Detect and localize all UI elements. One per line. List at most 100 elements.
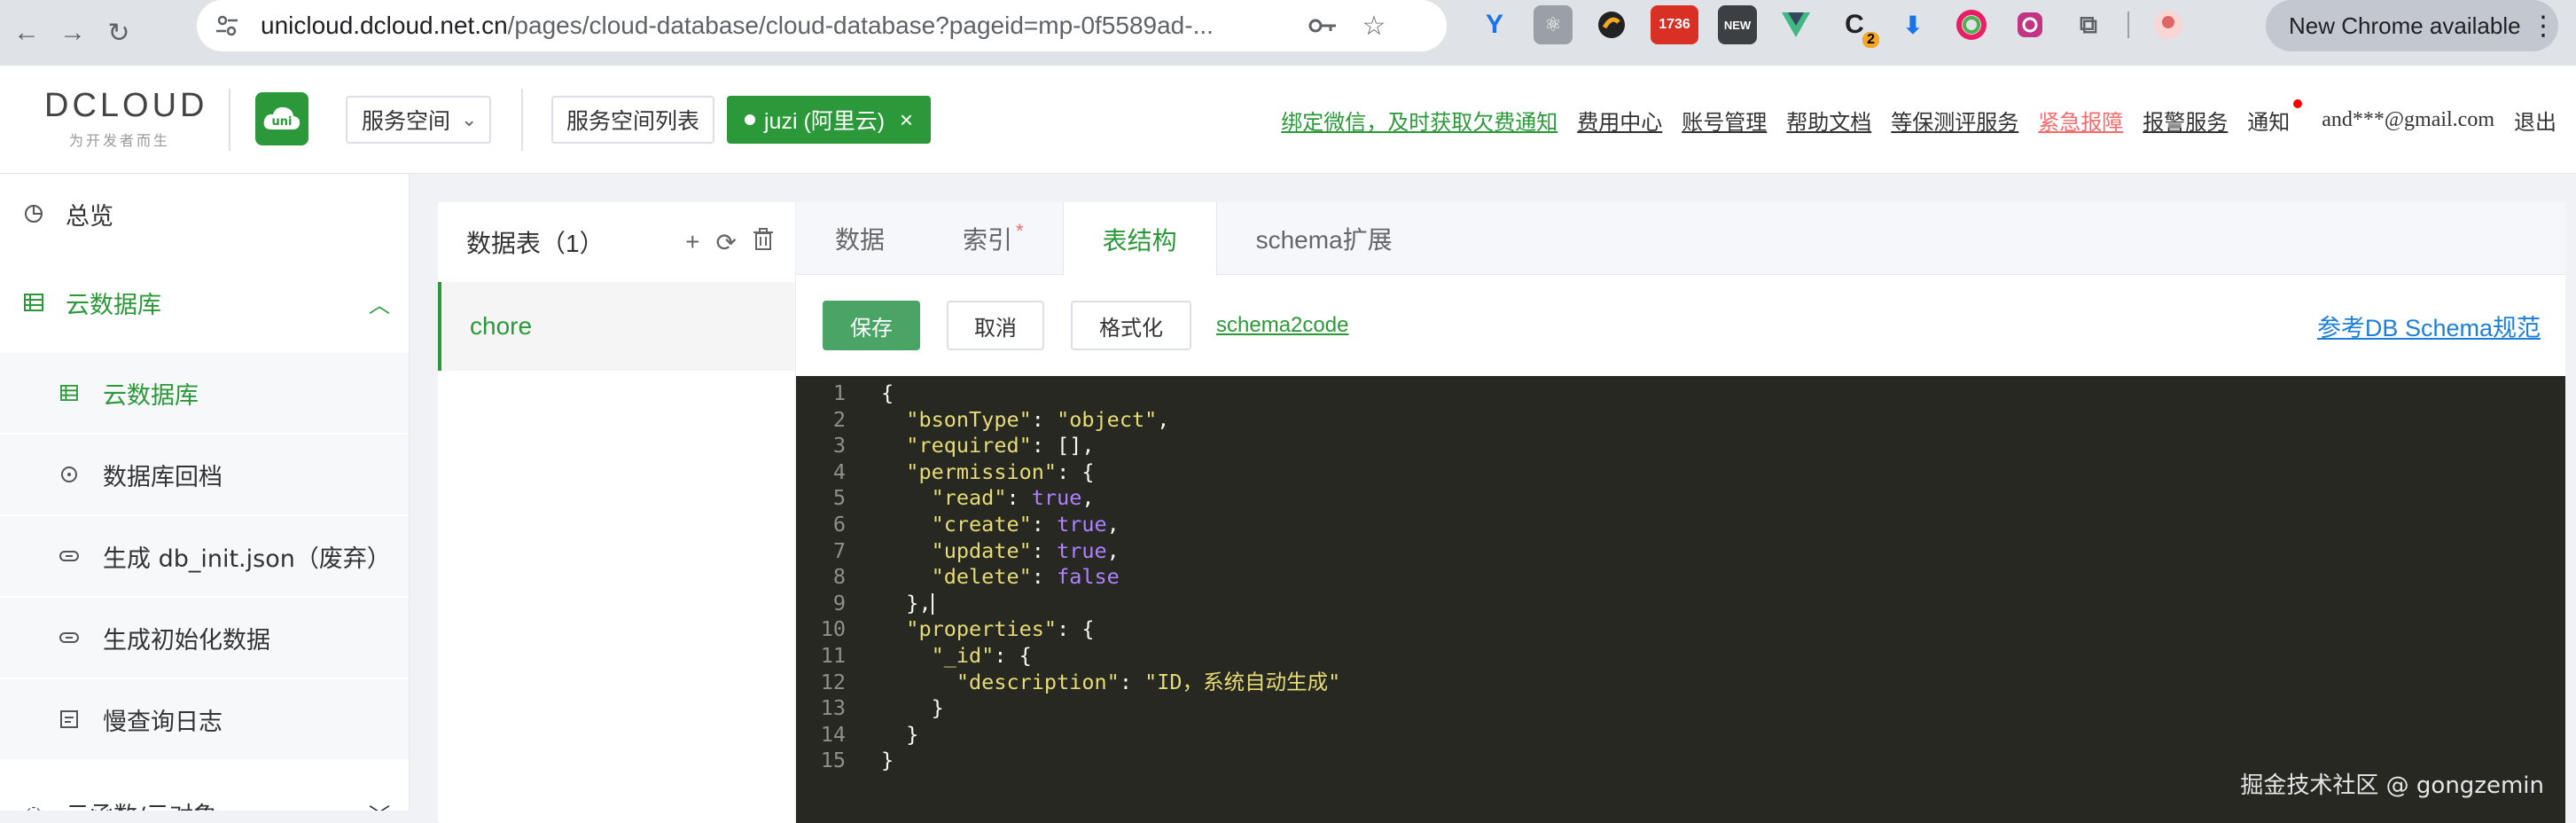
app-header: DCLOUD 为开发者而生 uni 服务空间 ⌄ 服务空间列表 juzi (阿里… <box>0 66 2576 174</box>
extension-new-icon[interactable]: NEW <box>1718 5 1757 44</box>
delete-icon[interactable] <box>753 227 774 257</box>
sidebar-item-cloud-db[interactable]: 云数据库 ︿ <box>0 263 409 342</box>
sidebar-item-cloud-func[interactable]: ◌ 云函数/云对象 ﹀ <box>0 773 409 811</box>
tab-index[interactable]: 索引 * <box>924 202 1063 275</box>
extension-arrow-icon[interactable]: ⬇ <box>1893 5 1932 44</box>
cancel-button[interactable]: 取消 <box>947 301 1044 350</box>
refresh-icon[interactable]: ⟳ <box>716 228 737 257</box>
alert-service-link[interactable]: 报警服务 <box>2143 105 2228 136</box>
bind-wechat-link[interactable]: 绑定微信，及时获取欠费通知 <box>1281 105 1557 136</box>
extension-y-icon[interactable]: Y <box>1475 5 1514 44</box>
account-link[interactable]: 账号管理 <box>1682 105 1767 136</box>
tab-schema-extension[interactable]: schema扩展 <box>1217 202 1432 275</box>
sidebar-subitem-gen-db-init[interactable]: 生成 db_init.json（废弃） <box>0 516 409 596</box>
unicloud-logo[interactable]: uni <box>255 92 308 145</box>
tab-data[interactable]: 数据 <box>796 202 924 275</box>
emergency-report-link[interactable]: 紧急报障 <box>2038 105 2123 136</box>
status-dot-icon <box>745 114 755 125</box>
chevron-down-icon: ﹀ <box>369 798 390 811</box>
code-token: "create" <box>931 512 1032 537</box>
user-email[interactable]: and***@gmail.com <box>2322 108 2494 132</box>
editor-toolbar: 保存 取消 格式化 schema2code 参考DB Schema规范 <box>796 275 2565 376</box>
address-bar[interactable]: unicloud.dcloud.net.cn/pages/cloud-datab… <box>197 0 1447 51</box>
schema2code-link[interactable]: schema2code <box>1216 313 1348 338</box>
extensions-puzzle-icon[interactable]: ⧉ <box>2069 5 2108 44</box>
db-schema-reference-link[interactable]: 参考DB Schema规范 <box>2317 309 2541 343</box>
code-token: } <box>881 695 944 721</box>
current-space-tag[interactable]: juzi (阿里云) × <box>727 96 931 144</box>
code-token: true <box>1031 485 1082 511</box>
chrome-update-button[interactable]: New Chrome available ⋮ <box>2266 0 2558 51</box>
notification-link[interactable]: 通知 <box>2247 99 2303 136</box>
extension-1736-icon[interactable]: 1736 <box>1651 5 1698 44</box>
more-menu-icon[interactable]: ⋮ <box>2530 11 2556 42</box>
billing-link[interactable]: 费用中心 <box>1577 105 1662 136</box>
save-button[interactable]: 保存 <box>823 301 920 350</box>
docs-link[interactable]: 帮助文档 <box>1786 105 1871 136</box>
code-token: } <box>881 748 894 773</box>
format-button[interactable]: 格式化 <box>1071 301 1191 350</box>
extension-camera-icon[interactable] <box>2010 5 2049 44</box>
bookmark-star-icon[interactable]: ☆ <box>1356 8 1392 43</box>
code-token: "properties" <box>906 616 1058 642</box>
back-icon[interactable]: ← <box>7 13 46 52</box>
database-list-icon <box>59 382 80 404</box>
key-icon[interactable] <box>1305 8 1340 43</box>
code-token: "delete" <box>931 564 1032 590</box>
chrome-update-label: New Chrome available <box>2289 12 2521 39</box>
code-token: "ID，系统自动生成" <box>1144 669 1341 694</box>
code-line: 14 } <box>796 721 2565 748</box>
service-space-list-button[interactable]: 服务空间列表 <box>551 96 714 144</box>
tab-schema[interactable]: 表结构 <box>1062 202 1217 276</box>
extension-c-icon[interactable]: C2 <box>1835 5 1879 48</box>
table-item-chore[interactable]: chore <box>438 282 795 371</box>
sidebar-item-overview[interactable]: 总览 <box>0 174 409 254</box>
sidebar-subitem-db-rollback[interactable]: 数据库回档 <box>0 435 409 514</box>
logout-link[interactable]: 退出 <box>2514 105 2556 136</box>
database-list-icon <box>23 292 44 313</box>
site-settings-icon[interactable] <box>209 8 245 43</box>
sidebar-subitem-cloud-db[interactable]: 云数据库 <box>0 353 409 433</box>
extension-s-icon[interactable] <box>1592 5 1631 44</box>
link-icon <box>59 627 80 648</box>
extension-vue-icon[interactable] <box>1776 5 1815 44</box>
line-number: 1 <box>832 380 846 405</box>
reload-icon[interactable]: ↻ <box>99 13 138 52</box>
sidebar-subitem-gen-init-data[interactable]: 生成初始化数据 <box>0 598 409 678</box>
add-icon[interactable]: + <box>685 228 699 257</box>
sidebar-subitem-slow-query[interactable]: 慢查询日志 <box>0 679 409 759</box>
text-cursor <box>931 593 933 615</box>
code-token: : <box>1006 485 1032 511</box>
code-token: } <box>881 721 919 747</box>
code-token: "read" <box>931 485 1007 511</box>
close-icon[interactable]: × <box>900 106 913 134</box>
line-number: 6 <box>832 512 846 537</box>
line-number: 3 <box>832 433 846 459</box>
link-icon <box>59 545 80 567</box>
forward-icon[interactable]: → <box>53 13 92 52</box>
header-links: 绑定微信，及时获取欠费通知 费用中心 账号管理 帮助文档 等保测评服务 紧急报障… <box>1261 99 2556 136</box>
log-icon <box>59 709 80 730</box>
code-token: true <box>1057 537 1107 563</box>
code-line: 11 "_id": { <box>796 643 2565 669</box>
security-eval-link[interactable]: 等保测评服务 <box>1891 105 2018 136</box>
dcloud-logo[interactable]: DCLOUD 为开发者而生 <box>44 87 213 149</box>
service-space-select[interactable]: 服务空间 ⌄ <box>346 96 491 144</box>
table-list-header: 数据表（1） + ⟳ <box>438 202 795 282</box>
line-number: 7 <box>832 537 846 563</box>
code-token: : <box>1031 564 1058 590</box>
code-token: : <box>1119 669 1145 694</box>
code-token: "update" <box>931 537 1032 563</box>
sidebar-item-label: 云数据库 <box>66 291 161 319</box>
watermark: 掘金技术社区 @ gongzemin <box>2240 772 2544 799</box>
line-number: 5 <box>832 485 846 511</box>
schema-code-editor[interactable]: 1{2 "bsonType": "object", 3 "required": [… <box>796 376 2565 823</box>
extension-color-icon[interactable] <box>1952 5 1991 44</box>
code-line: 6 "create": true, <box>796 512 2565 537</box>
profile-avatar-icon[interactable] <box>2149 5 2188 44</box>
line-number: 8 <box>832 564 846 590</box>
extension-react-icon[interactable]: ⚛ <box>1534 5 1573 44</box>
url-text: unicloud.dcloud.net.cn/pages/cloud-datab… <box>261 12 1214 39</box>
